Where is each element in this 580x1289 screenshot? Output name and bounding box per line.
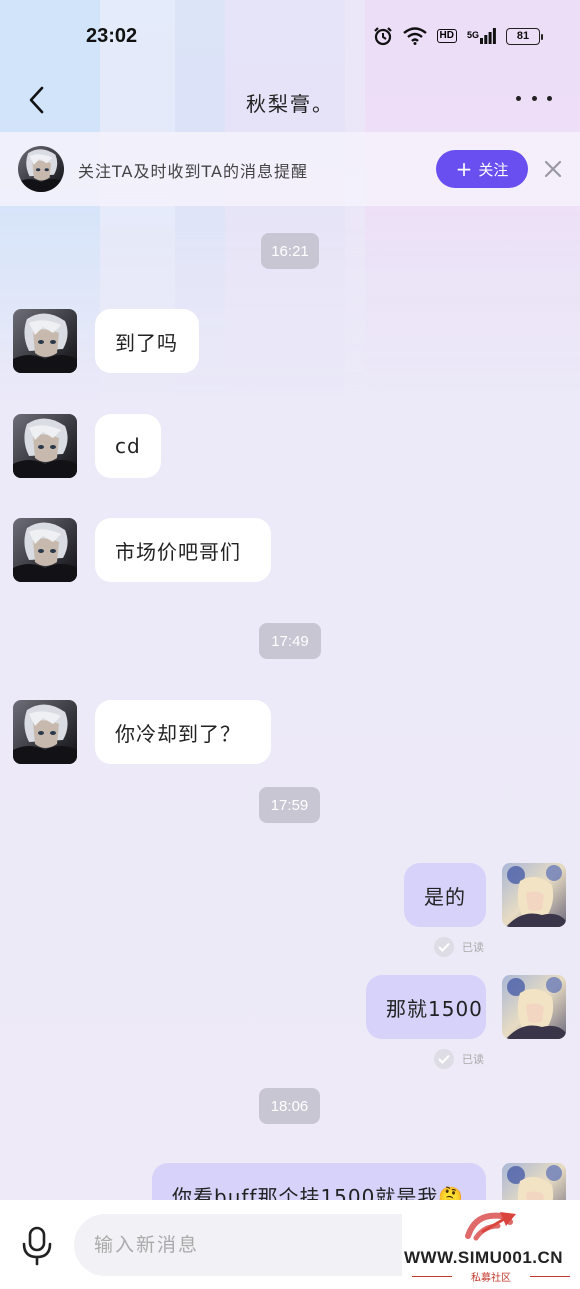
message-bubble-outgoing[interactable]: 是的 bbox=[404, 863, 486, 927]
status-icons: HD 5G 81 bbox=[373, 26, 543, 46]
watermark-text: WWW.SIMU001.CN bbox=[404, 1248, 564, 1267]
signal-icon bbox=[480, 28, 496, 44]
timestamp: 18:06 bbox=[259, 1088, 320, 1124]
status-bar: 23:02 HD 5G 81 bbox=[0, 0, 580, 72]
read-status: 已读 bbox=[462, 1053, 484, 1066]
timestamp: 17:59 bbox=[259, 787, 320, 823]
message-bubble-incoming[interactable]: 市场价吧哥们 bbox=[95, 518, 271, 582]
timestamp: 16:21 bbox=[261, 233, 319, 269]
check-icon bbox=[434, 937, 454, 957]
follow-button[interactable]: + 关注 bbox=[436, 150, 528, 188]
microphone-icon[interactable] bbox=[20, 1226, 54, 1266]
avatar[interactable] bbox=[502, 863, 566, 927]
alarm-icon bbox=[373, 27, 392, 46]
status-time: 23:02 bbox=[86, 24, 138, 47]
signal-indicator: 5G bbox=[467, 28, 496, 44]
follow-prompt-bar: 关注TA及时收到TA的消息提醒 + 关注 bbox=[0, 132, 580, 206]
close-icon[interactable] bbox=[542, 158, 564, 180]
watermark-subtitle: 私募社区 bbox=[412, 1269, 570, 1284]
battery-indicator: 81 bbox=[506, 27, 543, 45]
read-receipt: 已读 bbox=[434, 937, 484, 957]
message-bubble-incoming[interactable]: 到了吗 bbox=[95, 309, 199, 373]
avatar[interactable] bbox=[13, 309, 77, 373]
avatar[interactable] bbox=[18, 146, 64, 192]
chat-header: 秋梨膏。 bbox=[0, 72, 580, 132]
message-bubble-incoming[interactable]: 你冷却到了？ bbox=[95, 700, 271, 764]
hd-badge: HD bbox=[436, 29, 457, 43]
follow-button-label: 关注 bbox=[478, 160, 509, 179]
avatar[interactable] bbox=[13, 414, 77, 478]
avatar[interactable] bbox=[13, 700, 77, 764]
follow-prompt-text: 关注TA及时收到TA的消息提醒 bbox=[78, 162, 308, 181]
message-bubble-outgoing[interactable]: 那就1500 bbox=[366, 975, 486, 1039]
avatar[interactable] bbox=[13, 518, 77, 582]
check-icon bbox=[434, 1049, 454, 1069]
avatar[interactable] bbox=[502, 975, 566, 1039]
more-dots-icon[interactable] bbox=[516, 86, 552, 110]
plus-icon: + bbox=[455, 157, 473, 181]
timestamp: 17:49 bbox=[259, 623, 321, 659]
wifi-icon bbox=[402, 27, 427, 45]
message-bubble-incoming[interactable]: cd bbox=[95, 414, 161, 478]
network-type: 5G bbox=[466, 30, 479, 40]
logo-icon bbox=[465, 1212, 516, 1241]
site-watermark: WWW.SIMU001.CN 私募社区 bbox=[402, 1200, 580, 1289]
read-status: 已读 bbox=[462, 941, 484, 954]
read-receipt: 已读 bbox=[434, 1049, 484, 1069]
chat-title: 秋梨膏。 bbox=[246, 92, 334, 116]
